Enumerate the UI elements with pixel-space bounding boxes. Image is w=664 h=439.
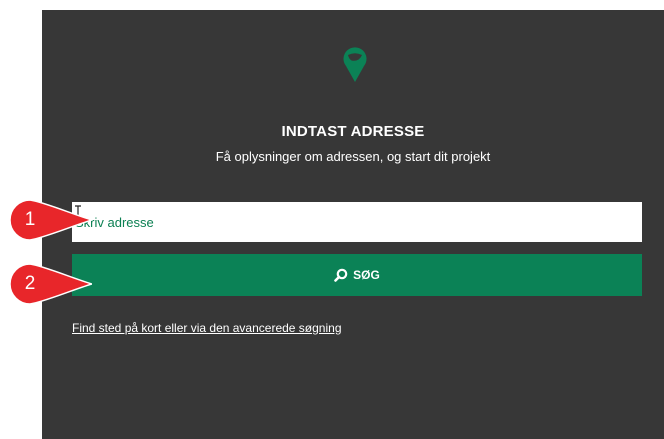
callout-number: 1	[24, 209, 36, 230]
step-callout-1: 1	[10, 200, 92, 240]
address-input[interactable]	[72, 202, 642, 242]
page-title: INDTAST ADRESSE	[281, 123, 425, 140]
magnifier-icon	[334, 268, 348, 282]
advanced-search-link[interactable]: Find sted på kort eller via den avancere…	[72, 321, 342, 335]
page-subtitle: Få oplysninger om adressen, og start dit…	[215, 149, 491, 164]
search-button-label: SØG	[353, 268, 380, 282]
location-pin-icon	[343, 47, 367, 82]
search-button[interactable]: SØG	[72, 254, 642, 296]
callout-number: 2	[24, 273, 36, 294]
address-search-panel: INDTAST ADRESSE Få oplysninger om adress…	[42, 10, 664, 439]
step-callout-2: 2	[10, 264, 92, 304]
